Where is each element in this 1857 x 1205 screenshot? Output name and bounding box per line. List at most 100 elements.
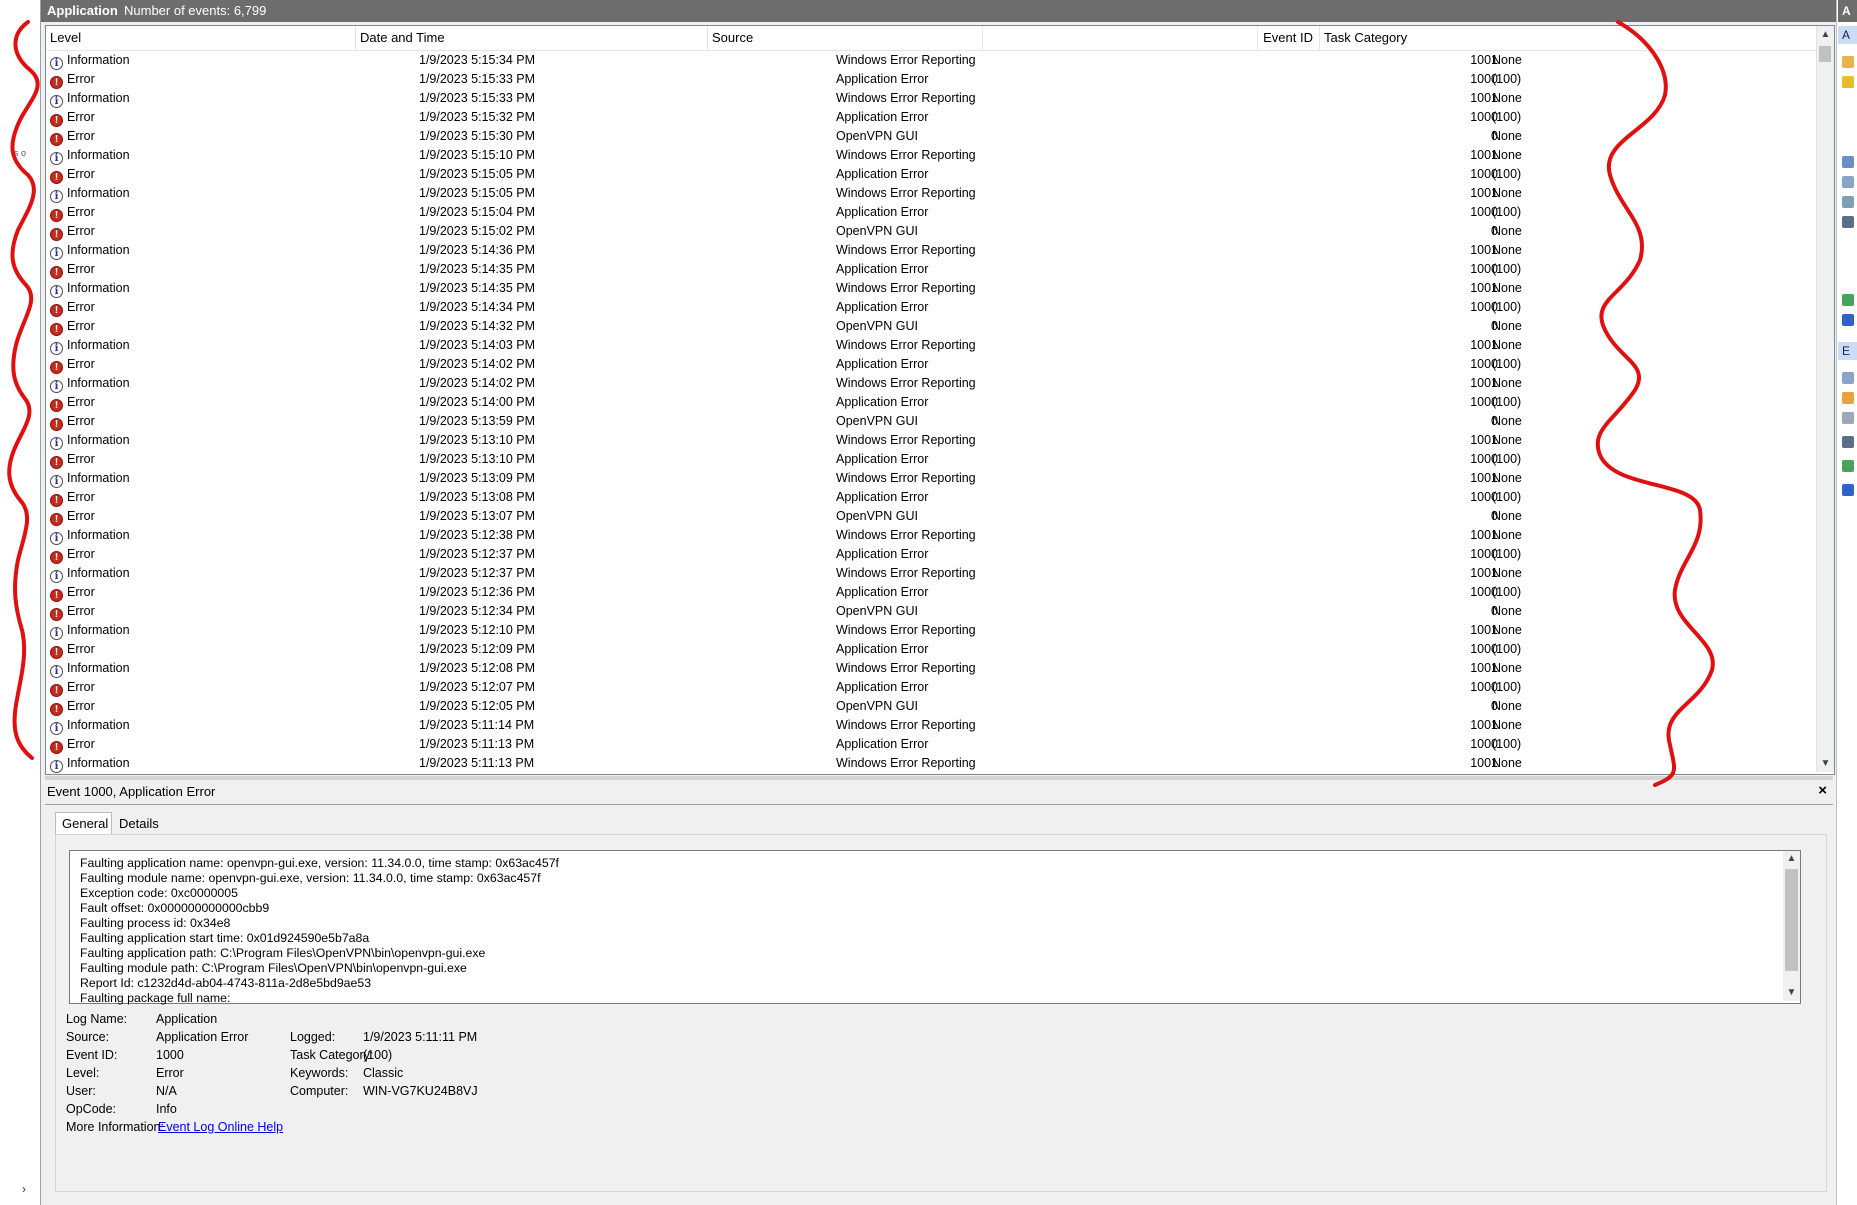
clear-filter-icon[interactable] — [1842, 156, 1854, 168]
table-row[interactable]: i Information 1/9/2023 5:14:03 PM Windows E… — [46, 336, 1816, 355]
description-scroll-down[interactable]: ▼ — [1783, 985, 1800, 1001]
table-row[interactable]: ! Error 1/9/2023 5:12:05 PM OpenVPN GUI 0 Non… — [46, 697, 1816, 716]
table-row[interactable]: ! Error 1/9/2023 5:15:30 PM OpenVPN GUI 0 Non… — [46, 127, 1816, 146]
event-list-scrollbar[interactable]: ▲ ▼ — [1816, 26, 1834, 772]
left-navigation-strip: s o › — [0, 0, 41, 1205]
source-cell: Windows Error Reporting — [836, 281, 976, 295]
event-description-text: Faulting application name: openvpn-gui.e… — [80, 856, 559, 1006]
table-row[interactable]: ! Error 1/9/2023 5:11:13 PM Application Err… — [46, 735, 1816, 754]
table-row[interactable]: ! Error 1/9/2023 5:14:00 PM Application Err… — [46, 393, 1816, 412]
table-row[interactable]: ! Error 1/9/2023 5:14:02 PM Application Err… — [46, 355, 1816, 374]
event-list[interactable]: Level Date and Time Source Event ID Task… — [45, 25, 1835, 775]
table-row[interactable]: ! Error 1/9/2023 5:15:02 PM OpenVPN GUI 0 Non… — [46, 222, 1816, 241]
description-scroll-up[interactable]: ▲ — [1783, 851, 1800, 867]
task-category-cell: None — [1492, 699, 1522, 713]
table-row[interactable]: i Information 1/9/2023 5:12:10 PM Windows E… — [46, 621, 1816, 640]
table-row[interactable]: i Information 1/9/2023 5:13:10 PM Windows E… — [46, 431, 1816, 450]
table-row[interactable]: ! Error 1/9/2023 5:13:10 PM Application Err… — [46, 450, 1816, 469]
table-row[interactable]: ! Error 1/9/2023 5:15:32 PM Application Err… — [46, 108, 1816, 127]
table-row[interactable]: ! Error 1/9/2023 5:14:35 PM Application Err… — [46, 260, 1816, 279]
event-log-online-help-link[interactable]: Event Log Online Help — [158, 1120, 283, 1134]
event-section-header[interactable]: E — [1838, 342, 1857, 360]
task-category-cell: (100) — [1492, 300, 1522, 314]
save-selected-icon[interactable] — [1842, 436, 1854, 448]
table-row[interactable]: ! Error 1/9/2023 5:14:32 PM OpenVPN GUI 0 Non… — [46, 317, 1816, 336]
date-cell: 1/9/2023 5:11:14 PM — [419, 718, 535, 732]
column-header-source[interactable]: Source — [708, 26, 983, 50]
table-row[interactable]: ! Error 1/9/2023 5:14:34 PM Application Err… — [46, 298, 1816, 317]
more-information-label: More Information: — [66, 1120, 164, 1134]
table-row[interactable]: ! Error 1/9/2023 5:13:59 PM OpenVPN GUI 0 Non… — [46, 412, 1816, 431]
table-row[interactable]: i Information 1/9/2023 5:12:08 PM Windows E… — [46, 659, 1816, 678]
task-category-cell: None — [1492, 91, 1522, 105]
help-event-icon[interactable] — [1842, 484, 1854, 496]
help-icon[interactable] — [1842, 314, 1854, 326]
table-row[interactable]: ! Error 1/9/2023 5:12:37 PM Application Err… — [46, 545, 1816, 564]
actions-section-header[interactable]: A — [1838, 26, 1857, 44]
source-cell: Application Error — [836, 205, 929, 219]
table-row[interactable]: i Information 1/9/2023 5:12:38 PM Windows E… — [46, 526, 1816, 545]
description-scroll-thumb[interactable] — [1785, 869, 1798, 971]
refresh-icon[interactable] — [1842, 294, 1854, 306]
table-row[interactable]: i Information 1/9/2023 5:14:02 PM Windows E… — [46, 374, 1816, 393]
save-icon[interactable] — [1842, 216, 1854, 228]
event-id-cell: 0 — [1491, 509, 1498, 523]
event-id-cell: 1001 — [1470, 623, 1498, 637]
column-header-task-category[interactable]: Task Category — [1320, 26, 1816, 50]
actions-pane-strip: A A E — [1836, 0, 1857, 1205]
scroll-up-arrow[interactable]: ▲ — [1817, 26, 1834, 43]
column-header-level[interactable]: Level — [46, 26, 356, 50]
table-row[interactable]: ! Error 1/9/2023 5:12:07 PM Application Err… — [46, 678, 1816, 697]
scroll-thumb[interactable] — [1819, 46, 1831, 62]
table-row[interactable]: i Information 1/9/2023 5:15:05 PM Windows E… — [46, 184, 1816, 203]
date-cell: 1/9/2023 5:12:37 PM — [419, 566, 536, 580]
table-row[interactable]: i Information 1/9/2023 5:11:14 PM Windows E… — [46, 716, 1816, 735]
column-header-event-id[interactable]: Event ID — [1258, 26, 1320, 50]
level-cell: ! Error — [50, 507, 400, 526]
level-cell: ! Error — [50, 735, 400, 754]
attach-task-icon[interactable] — [1842, 392, 1854, 404]
close-icon[interactable]: × — [1818, 782, 1827, 799]
table-row[interactable]: ! Error 1/9/2023 5:13:08 PM Application Err… — [46, 488, 1816, 507]
date-cell: 1/9/2023 5:15:30 PM — [419, 129, 536, 143]
event-id-cell: 1000 — [1470, 72, 1498, 86]
table-row[interactable]: ! Error 1/9/2023 5:12:09 PM Application Err… — [46, 640, 1816, 659]
properties-icon[interactable] — [1842, 176, 1854, 188]
table-row[interactable]: ! Error 1/9/2023 5:12:36 PM Application Err… — [46, 583, 1816, 602]
scroll-down-arrow[interactable]: ▼ — [1817, 755, 1834, 772]
table-row[interactable]: i Information 1/9/2023 5:14:35 PM Windows E… — [46, 279, 1816, 298]
column-header-date[interactable]: Date and Time — [356, 26, 708, 50]
refresh-event-icon[interactable] — [1842, 460, 1854, 472]
table-row[interactable]: ! Error 1/9/2023 5:15:04 PM Application Err… — [46, 203, 1816, 222]
event-description-box[interactable]: Faulting application name: openvpn-gui.e… — [69, 850, 1801, 1006]
table-row[interactable]: i Information 1/9/2023 5:11:13 PM Windows E… — [46, 754, 1816, 773]
table-row[interactable]: i Information 1/9/2023 5:15:10 PM Windows E… — [46, 146, 1816, 165]
table-row[interactable]: ! Error 1/9/2023 5:13:07 PM OpenVPN GUI 0 Non… — [46, 507, 1816, 526]
open-log-icon[interactable] — [1842, 56, 1854, 68]
table-row[interactable]: i Information 1/9/2023 5:14:36 PM Windows E… — [46, 241, 1816, 260]
date-cell: 1/9/2023 5:15:33 PM — [419, 72, 536, 86]
tab-general[interactable]: General — [55, 812, 112, 834]
table-row[interactable]: ! Error 1/9/2023 5:12:34 PM OpenVPN GUI 0 Non… — [46, 602, 1816, 621]
source-cell: Windows Error Reporting — [836, 471, 976, 485]
expand-pane-button[interactable]: › — [22, 1183, 34, 1195]
table-row[interactable]: ! Error 1/9/2023 5:15:05 PM Application Err… — [46, 165, 1816, 184]
find-icon[interactable] — [1842, 196, 1854, 208]
error-icon: ! — [50, 456, 63, 469]
event-properties-icon[interactable] — [1842, 372, 1854, 384]
date-cell: 1/9/2023 5:15:05 PM — [419, 186, 536, 200]
table-row[interactable]: i Information 1/9/2023 5:15:33 PM Windows E… — [46, 89, 1816, 108]
table-row[interactable]: i Information 1/9/2023 5:15:34 PM Windows E… — [46, 51, 1816, 70]
task-category-cell: None — [1492, 433, 1522, 447]
filter-icon[interactable] — [1842, 76, 1854, 88]
table-row[interactable]: ! Error 1/9/2023 5:15:33 PM Application Err… — [46, 70, 1816, 89]
table-row[interactable]: i Information 1/9/2023 5:12:37 PM Windows E… — [46, 564, 1816, 583]
task-category-cell: (100) — [1492, 262, 1522, 276]
description-scrollbar[interactable]: ▲ ▼ — [1783, 851, 1800, 1001]
copy-icon[interactable] — [1842, 412, 1854, 424]
date-cell: 1/9/2023 5:11:13 PM — [419, 737, 535, 751]
tab-details[interactable]: Details — [113, 814, 171, 834]
level-text: Error — [67, 585, 95, 599]
table-row[interactable]: i Information 1/9/2023 5:13:09 PM Windows E… — [46, 469, 1816, 488]
level-cell: i Information — [50, 659, 400, 678]
